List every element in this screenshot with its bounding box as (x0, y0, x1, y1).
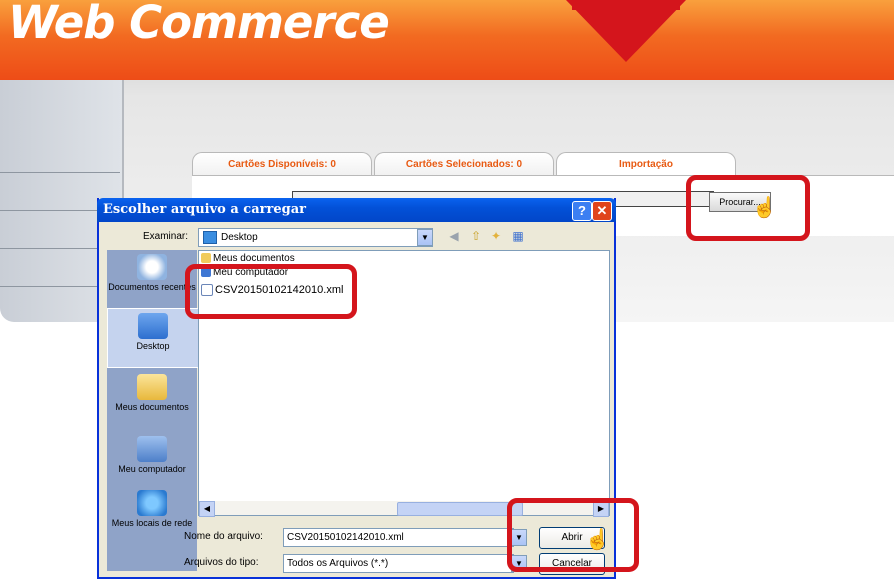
brand-logo: Web Commerce (8, 0, 390, 49)
look-in-value: Desktop (221, 232, 258, 243)
highlight-browse-button (686, 175, 810, 241)
place-label: Meus locais de rede (111, 518, 193, 528)
view-menu-icon[interactable]: ▦ (511, 230, 525, 243)
up-folder-icon[interactable]: ⇧ (469, 230, 483, 243)
dialog-title: Escolher arquivo a carregar (103, 202, 306, 217)
scroll-left-icon[interactable]: ◀ (199, 501, 215, 517)
look-in-select[interactable]: Desktop (198, 228, 433, 247)
place-network[interactable]: Meus locais de rede (107, 490, 197, 528)
desktop-icon (203, 230, 217, 244)
place-my-documents[interactable]: Meus documentos (107, 374, 197, 412)
pointer-arrow-icon (566, 0, 686, 62)
header-banner: Web Commerce (0, 0, 894, 80)
dialog-titlebar[interactable]: Escolher arquivo a carregar ? ✕ (97, 198, 616, 222)
place-desktop[interactable]: Desktop (107, 308, 199, 368)
tab-importacao[interactable]: Importação (556, 152, 736, 177)
scrollbar-thumb[interactable] (397, 502, 523, 516)
highlight-open-button (507, 498, 639, 572)
back-icon[interactable]: ◀ (447, 230, 461, 243)
file-name: Meus documentos (213, 253, 295, 264)
tab-cartoes-disponiveis[interactable]: Cartões Disponíveis: 0 (192, 152, 372, 177)
nav-divider (0, 172, 120, 173)
place-label: Meus documentos (115, 402, 189, 412)
places-bar: Documentos recentes Desktop Meus documen… (107, 250, 199, 571)
look-in-label: Examinar: (143, 231, 189, 242)
my-documents-icon (137, 374, 167, 400)
network-places-icon (137, 490, 167, 516)
new-folder-icon[interactable]: ✦ (489, 230, 503, 243)
close-button[interactable]: ✕ (592, 201, 612, 221)
help-button[interactable]: ? (572, 201, 592, 221)
filename-input[interactable]: CSV20150102142010.xml (283, 528, 514, 547)
look-in-dropdown-arrow[interactable]: ▼ (417, 229, 433, 246)
filename-label: Nome do arquivo: (184, 531, 263, 542)
place-label: Desktop (136, 341, 170, 351)
filetype-label: Arquivos do tipo: (184, 557, 259, 568)
filetype-select[interactable]: Todos os Arquivos (*.*) (283, 554, 514, 573)
folder-icon (201, 253, 211, 264)
desktop-icon (138, 313, 168, 339)
tab-cartoes-selecionados[interactable]: Cartões Selecionados: 0 (374, 152, 554, 177)
place-label: Meu computador (118, 464, 186, 474)
recent-documents-icon (137, 254, 167, 280)
highlight-xml-file (185, 264, 357, 319)
my-computer-icon (137, 436, 167, 462)
place-recent-documents[interactable]: Documentos recentes (107, 254, 197, 292)
place-label: Documentos recentes (108, 282, 196, 292)
place-my-computer[interactable]: Meu computador (107, 436, 197, 474)
